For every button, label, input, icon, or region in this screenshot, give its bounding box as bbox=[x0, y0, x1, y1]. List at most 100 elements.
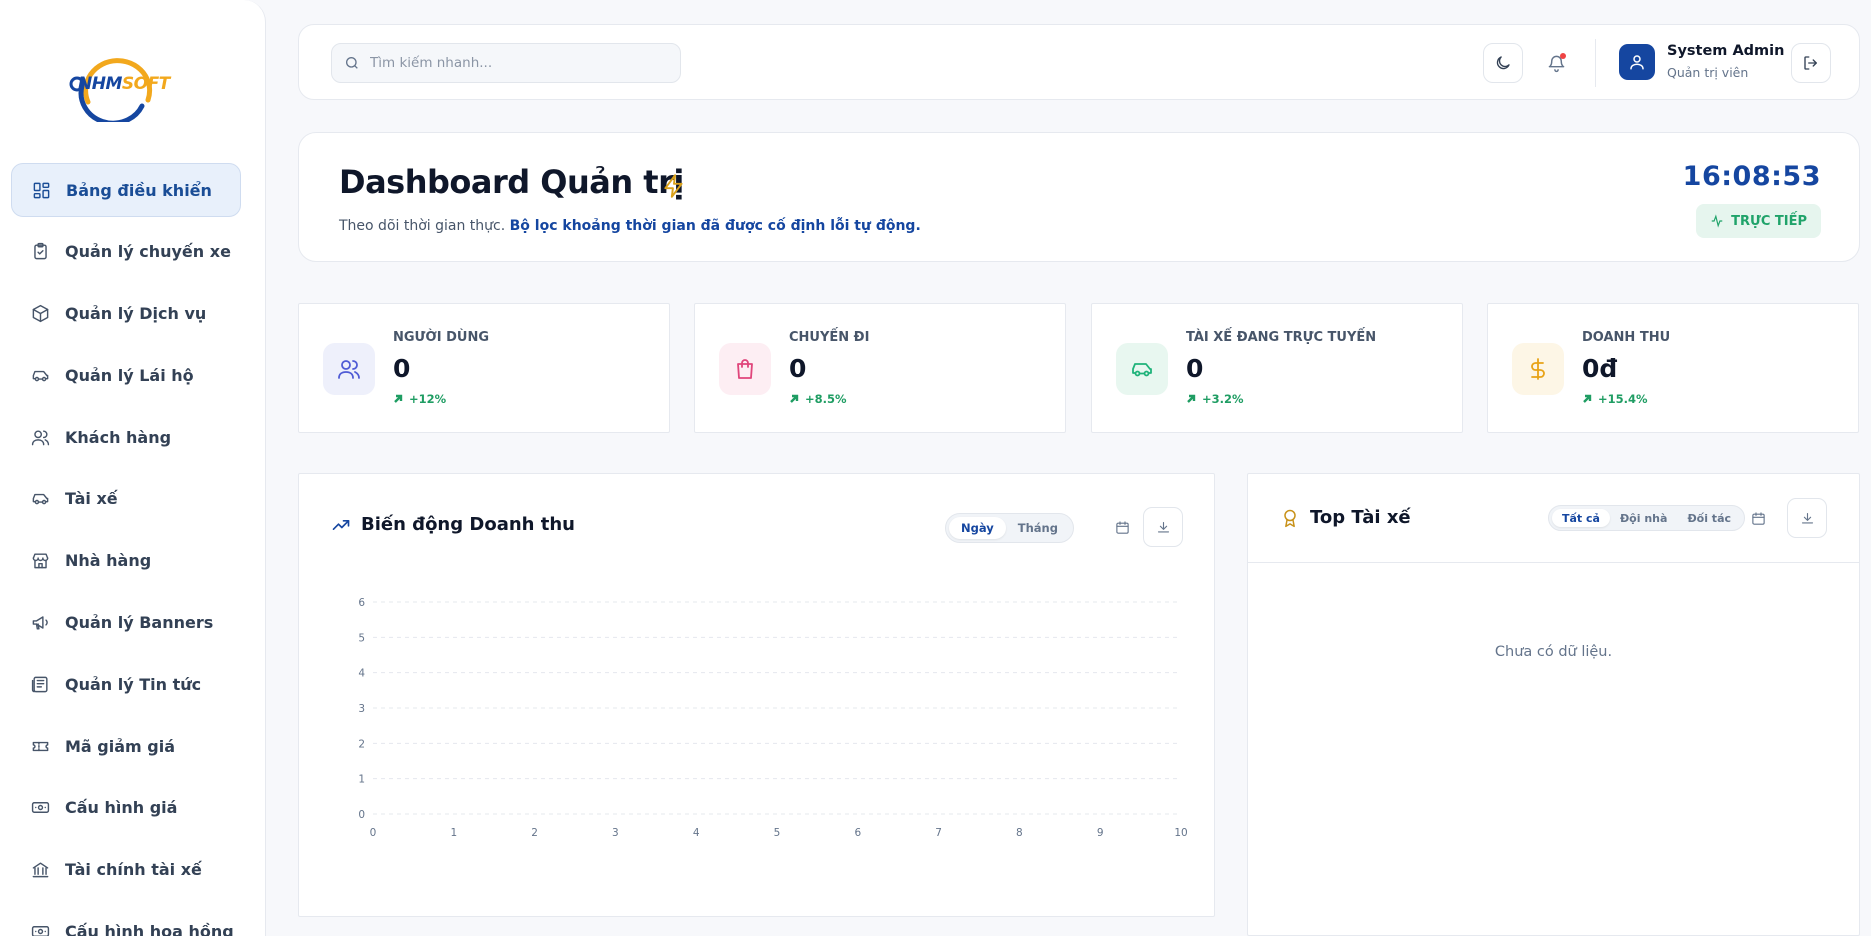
page-title: Dashboard Quản trị bbox=[339, 163, 684, 201]
filter-option-partner[interactable]: Đối tác bbox=[1677, 509, 1741, 527]
sidebar-item-label: Mã giảm giá bbox=[65, 736, 175, 756]
notification-dot bbox=[1560, 53, 1566, 59]
x-tick-label: 7 bbox=[935, 827, 942, 839]
banknote-icon bbox=[30, 798, 50, 818]
stat-card-trips[interactable]: CHUYẾN ĐI 0 +8.5% bbox=[694, 303, 1066, 433]
ticket-icon bbox=[30, 736, 50, 756]
sidebar-item-pricing[interactable]: Cấu hình giá bbox=[11, 781, 241, 835]
search-input[interactable] bbox=[370, 55, 670, 71]
sidebar-item-news[interactable]: Quản lý Tin tức bbox=[11, 657, 241, 711]
filter-option-all[interactable]: Tất cả bbox=[1552, 509, 1610, 527]
range-option-day[interactable]: Ngày bbox=[949, 517, 1006, 539]
stat-card-online-drivers[interactable]: TÀI XẾ ĐANG TRỰC TUYẾN 0 +3.2% bbox=[1091, 303, 1463, 433]
sidebar: NHMSOFT Bảng điều khiển Quản lý chuyến x… bbox=[0, 0, 266, 936]
revenue-chart: 0 1 2 3 4 5 6 0 1 2 3 4 5 6 7 8 9 10 bbox=[358, 597, 1187, 839]
date-picker-button[interactable] bbox=[1102, 507, 1142, 547]
arrow-up-right-icon bbox=[1583, 394, 1592, 403]
top-drivers-title: Top Tài xế bbox=[1280, 507, 1411, 528]
y-tick-label: 0 bbox=[358, 809, 365, 821]
clipboard-check-icon bbox=[30, 242, 50, 262]
sidebar-item-services[interactable]: Quản lý Dịch vụ bbox=[11, 287, 241, 341]
stat-value: 0 bbox=[1186, 354, 1204, 383]
download-button[interactable] bbox=[1143, 507, 1183, 547]
activity-icon bbox=[1711, 214, 1723, 228]
package-icon bbox=[30, 304, 50, 324]
avatar[interactable] bbox=[1619, 44, 1655, 80]
sidebar-item-label: Cấu hình hoa hồng bbox=[65, 922, 234, 936]
live-clock: 16:08:53 bbox=[1682, 161, 1821, 192]
user-role: Quản trị viên bbox=[1667, 65, 1749, 80]
y-tick-label: 4 bbox=[358, 668, 365, 680]
x-tick-label: 2 bbox=[531, 827, 538, 839]
stat-label: DOANH THU bbox=[1582, 330, 1671, 345]
subtitle-highlight: Bộ lọc khoảng thời gian đã được cố định … bbox=[509, 218, 921, 234]
dashboard-hero: Dashboard Quản trị Theo dõi thời gian th… bbox=[298, 132, 1860, 262]
brand-logo[interactable]: NHMSOFT bbox=[66, 46, 196, 122]
x-tick-label: 3 bbox=[612, 827, 619, 839]
stat-label: TÀI XẾ ĐANG TRỰC TUYẾN bbox=[1186, 330, 1377, 345]
store-icon bbox=[30, 551, 50, 571]
megaphone-icon bbox=[30, 613, 50, 633]
download-icon bbox=[1801, 512, 1813, 523]
sidebar-item-label: Nhà hàng bbox=[65, 551, 152, 571]
sidebar-item-dashboard[interactable]: Bảng điều khiển bbox=[11, 163, 241, 217]
search-box[interactable] bbox=[331, 43, 681, 83]
sidebar-item-coupons[interactable]: Mã giảm giá bbox=[11, 719, 241, 773]
stat-value: 0đ bbox=[1582, 354, 1618, 383]
stat-label: CHUYẾN ĐI bbox=[789, 330, 870, 345]
logout-icon bbox=[1804, 56, 1817, 70]
car-icon bbox=[30, 365, 50, 385]
sidebar-nav: Bảng điều khiển Quản lý chuyến xe Quản l… bbox=[11, 163, 241, 936]
empty-state: Chưa có dữ liệu. bbox=[1494, 644, 1613, 660]
car-icon bbox=[30, 489, 50, 509]
user-icon bbox=[1630, 55, 1644, 70]
bank-icon bbox=[30, 860, 50, 880]
sidebar-item-label: Quản lý chuyến xe bbox=[65, 242, 231, 262]
stat-value: 0 bbox=[789, 354, 807, 383]
logout-button[interactable] bbox=[1791, 43, 1831, 83]
sidebar-item-label: Cấu hình giá bbox=[65, 798, 178, 818]
stat-card-revenue[interactable]: DOANH THU 0đ +15.4% bbox=[1487, 303, 1859, 433]
range-option-month[interactable]: Tháng bbox=[1006, 517, 1070, 539]
header-divider bbox=[1595, 39, 1596, 87]
y-tick-label: 1 bbox=[358, 774, 365, 786]
y-tick-label: 6 bbox=[358, 597, 365, 609]
sidebar-item-driver-finance[interactable]: Tài chính tài xế bbox=[11, 843, 241, 897]
theme-toggle-button[interactable] bbox=[1483, 43, 1523, 83]
x-tick-label: 5 bbox=[774, 827, 781, 839]
sidebar-item-label: Quản lý Lái hộ bbox=[65, 365, 194, 385]
sidebar-item-commission[interactable]: Cấu hình hoa hồng bbox=[11, 905, 241, 936]
sidebar-item-label: Tài xế bbox=[65, 489, 118, 509]
top-header: System Admin Quản trị viên bbox=[298, 24, 1860, 100]
stat-value: 0 bbox=[393, 354, 411, 383]
stat-card-users[interactable]: NGƯỜI DÙNG 0 +12% bbox=[298, 303, 670, 433]
users-icon bbox=[30, 427, 50, 447]
download-button[interactable] bbox=[1787, 498, 1827, 538]
stat-trend: +15.4% bbox=[1582, 392, 1648, 406]
filter-option-in-house[interactable]: Đội nhà bbox=[1610, 509, 1677, 527]
revenue-chart-card: Biến động Doanh thu Ngày Tháng 0 1 2 3 4 5 6 0 1… bbox=[298, 473, 1215, 917]
sidebar-item-restaurants[interactable]: Nhà hàng bbox=[11, 534, 241, 588]
newspaper-icon bbox=[30, 674, 50, 694]
sidebar-item-customers[interactable]: Khách hàng bbox=[11, 410, 241, 464]
top-drivers-filter: Tất cả Đội nhà Đối tác bbox=[1548, 505, 1746, 531]
sidebar-item-banners[interactable]: Quản lý Banners bbox=[11, 596, 241, 650]
x-tick-label: 8 bbox=[1016, 827, 1023, 839]
live-badge: TRỰC TIẾP bbox=[1696, 204, 1821, 238]
sidebar-item-chauffeur[interactable]: Quản lý Lái hộ bbox=[11, 348, 241, 402]
calendar-icon bbox=[1115, 520, 1129, 534]
notifications-button[interactable] bbox=[1536, 43, 1576, 83]
lightning-icon bbox=[661, 173, 687, 199]
stat-label: NGƯỜI DÙNG bbox=[393, 330, 490, 345]
arrow-up-right-icon bbox=[790, 394, 799, 403]
award-icon bbox=[1284, 509, 1296, 527]
x-tick-label: 0 bbox=[370, 827, 377, 839]
user-name: System Admin bbox=[1667, 43, 1785, 59]
y-tick-label: 3 bbox=[358, 703, 365, 715]
sidebar-item-trips[interactable]: Quản lý chuyến xe bbox=[11, 225, 241, 279]
y-tick-label: 2 bbox=[358, 738, 365, 750]
y-tick-label: 5 bbox=[358, 632, 365, 644]
sidebar-item-drivers[interactable]: Tài xế bbox=[11, 472, 241, 526]
stat-trend: +8.5% bbox=[789, 392, 847, 406]
date-picker-button[interactable] bbox=[1738, 498, 1778, 538]
